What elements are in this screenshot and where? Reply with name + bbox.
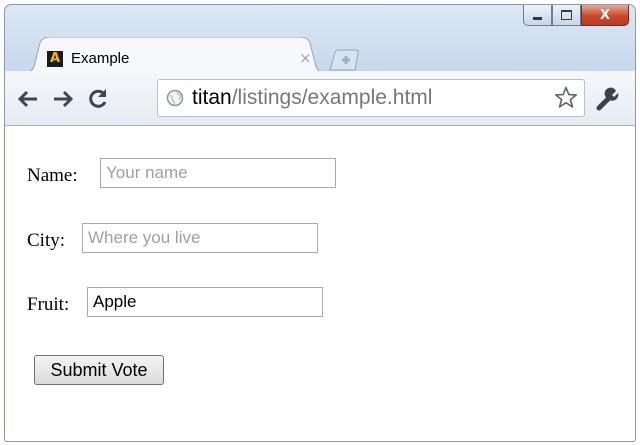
tab-title: Example <box>71 50 130 67</box>
back-button[interactable] <box>15 86 41 112</box>
minimize-button[interactable] <box>523 5 552 26</box>
fruit-label: Fruit: <box>27 294 70 315</box>
tab-example[interactable]: A Example × <box>25 37 325 73</box>
city-input[interactable] <box>82 223 318 253</box>
forward-button[interactable] <box>50 86 76 112</box>
back-arrow-icon <box>17 90 37 108</box>
city-label: City: <box>27 230 66 251</box>
url-text: titan/listings/example.html <box>192 86 432 110</box>
name-input[interactable] <box>100 158 336 188</box>
tab-close-icon[interactable]: × <box>299 49 312 67</box>
browser-window: X A Example × titan/listings/example.htm… <box>4 4 636 442</box>
minimize-icon <box>533 16 542 20</box>
page-content: Name: City: Fruit: Submit Vote <box>5 126 635 441</box>
globe-icon <box>166 89 184 107</box>
fruit-input[interactable] <box>87 287 323 317</box>
reload-button[interactable] <box>85 86 111 112</box>
wrench-icon[interactable] <box>595 86 621 112</box>
close-icon: X <box>599 7 611 23</box>
maximize-button[interactable] <box>552 5 581 26</box>
reload-icon <box>89 89 107 108</box>
url-path: /listings/example.html <box>231 86 433 109</box>
favicon-icon: A <box>47 51 63 67</box>
star-icon[interactable] <box>554 86 578 109</box>
maximize-icon <box>561 10 572 20</box>
submit-vote-button[interactable]: Submit Vote <box>34 355 164 385</box>
tab-shape <box>25 37 325 73</box>
window-controls: X <box>523 5 629 27</box>
url-host: titan <box>192 86 232 109</box>
new-tab-icon <box>329 49 359 71</box>
name-label: Name: <box>27 165 78 186</box>
close-window-button[interactable]: X <box>581 5 629 26</box>
toolbar: titan/listings/example.html <box>5 71 635 126</box>
forward-arrow-icon <box>54 90 74 108</box>
address-bar[interactable]: titan/listings/example.html <box>157 79 585 117</box>
